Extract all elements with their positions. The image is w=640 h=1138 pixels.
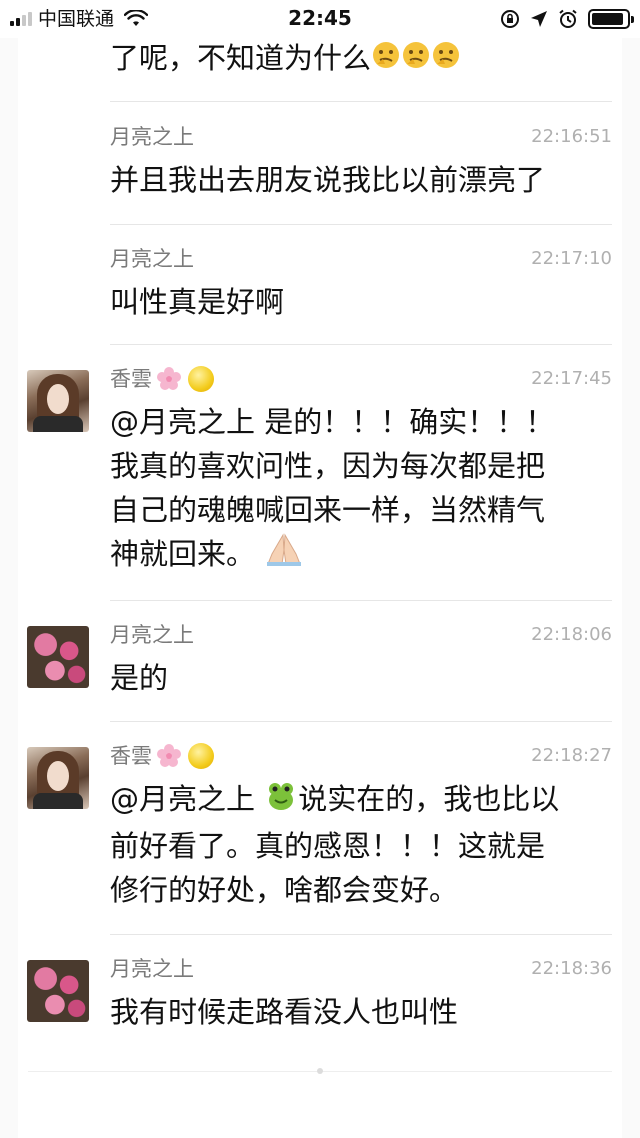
commenter-name[interactable]: 香雲 — [110, 741, 152, 771]
message-text-content: 了呢，不知道为什么 — [110, 41, 372, 75]
message-text: 了呢，不知道为什么 — [110, 38, 461, 80]
divider — [110, 721, 612, 722]
thinking-face-icon — [371, 40, 401, 80]
name-row: 月亮之上 — [110, 620, 194, 650]
yellow-circle-icon — [188, 743, 214, 769]
message-line: @月亮之上 是的！！！确实！！！ — [110, 405, 555, 439]
divider — [110, 224, 612, 225]
divider — [110, 101, 612, 102]
message-text: 并且我出去朋友说我比以前漂亮了 — [110, 163, 546, 197]
message-text: @月亮之上 是的！！！确实！！！ 我真的喜欢问性，因为每次都是把 自己的魂魄喊回… — [110, 400, 610, 580]
name-row: 月亮之上 — [110, 954, 194, 984]
divider — [110, 934, 612, 935]
name-row: 月亮之上 — [110, 244, 194, 274]
name-row: 香雲 — [110, 741, 214, 771]
commenter-name[interactable]: 月亮之上 — [110, 954, 194, 984]
folded-hands-icon — [264, 532, 304, 580]
message-text: 叫性真是好啊 — [110, 285, 285, 319]
status-bar: 中国联通 22:45 — [0, 0, 640, 38]
location-arrow-icon — [531, 11, 547, 27]
name-row: 月亮之上 — [110, 122, 194, 152]
thinking-face-icon — [401, 40, 431, 80]
commenter-name[interactable]: 香雲 — [110, 364, 152, 394]
lock-rotation-icon — [501, 10, 519, 28]
avatar[interactable] — [27, 747, 89, 809]
status-right — [500, 7, 634, 31]
commenter-name[interactable]: 月亮之上 — [110, 122, 194, 152]
message-line: 自己的魂魄喊回来一样，当然精气 — [110, 493, 546, 527]
message-line-text: 神就回来。 — [110, 537, 256, 571]
yellow-circle-icon — [188, 366, 214, 392]
timestamp: 22:16:51 — [531, 126, 612, 147]
timestamp: 22:18:06 — [531, 624, 612, 645]
avatar[interactable] — [27, 370, 89, 432]
divider — [110, 344, 612, 345]
name-row: 香雲 — [110, 364, 214, 394]
message-line: 修行的好处，啥都会变好。 — [110, 873, 459, 907]
divider — [110, 600, 612, 601]
commenter-name[interactable]: 月亮之上 — [110, 244, 194, 274]
cherry-blossom-icon — [156, 366, 182, 392]
avatar[interactable] — [27, 960, 89, 1022]
battery-level — [592, 13, 623, 25]
message-line-text: 说实在的，我也比以 — [298, 782, 560, 816]
message-text: @月亮之上 说实在的，我也比以 前好看了。真的感恩！！！这就是 修行的好处，啥都… — [110, 777, 610, 912]
battery-icon — [588, 9, 634, 29]
comment-feed[interactable]: 了呢，不知道为什么 月亮之上 22:16:51 并且我出去朋友说我比以前漂亮了 … — [0, 38, 640, 1138]
message-line: @月亮之上 说实在的，我也比以 — [110, 777, 610, 824]
frog-emoji-icon — [264, 778, 298, 824]
feed-end-dot — [317, 1068, 323, 1074]
cherry-blossom-icon — [156, 743, 182, 769]
timestamp: 22:17:10 — [531, 248, 612, 269]
avatar[interactable] — [27, 626, 89, 688]
commenter-name[interactable]: 月亮之上 — [110, 620, 194, 650]
message-text: 是的 — [110, 661, 169, 695]
mention-text[interactable]: @月亮之上 — [110, 782, 255, 816]
timestamp: 22:17:45 — [531, 368, 612, 389]
thinking-face-icon — [431, 40, 461, 80]
message-line: 前好看了。真的感恩！！！这就是 — [110, 829, 546, 863]
timestamp: 22:18:36 — [531, 958, 612, 979]
timestamp: 22:18:27 — [531, 745, 612, 766]
message-text: 我有时候走路看没人也叫性 — [110, 995, 459, 1029]
message-line: 神就回来。 — [110, 532, 610, 580]
alarm-icon — [559, 9, 577, 28]
message-line: 我真的喜欢问性，因为每次都是把 — [110, 449, 546, 483]
